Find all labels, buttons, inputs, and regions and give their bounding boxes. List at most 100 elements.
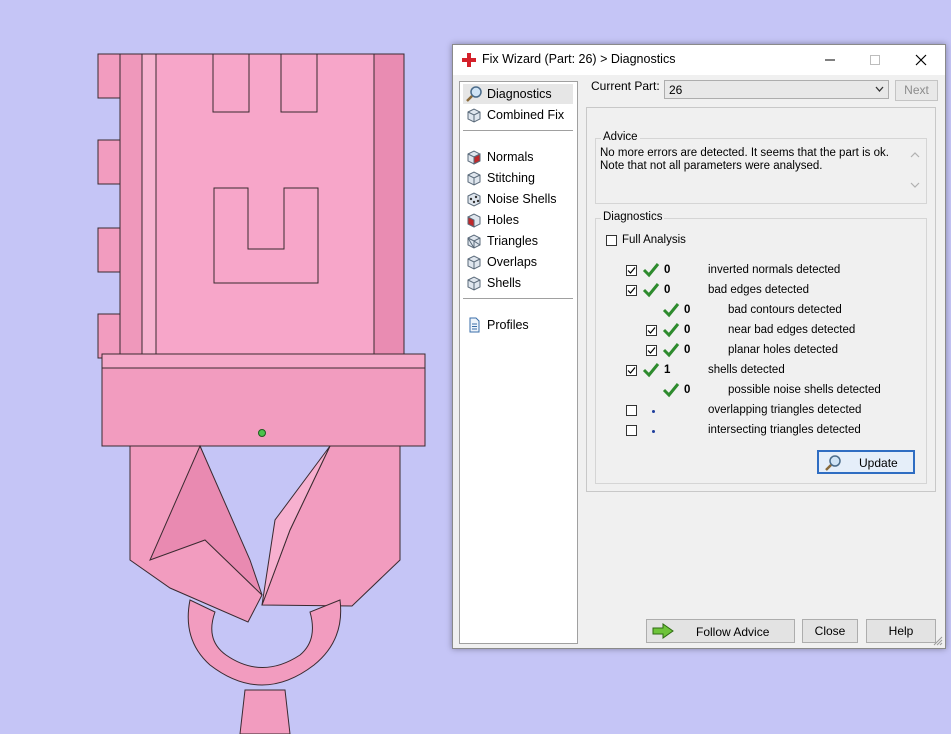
nav-label: Shells (487, 276, 522, 290)
nav-label: Profiles (487, 318, 529, 332)
advice-text: No more errors are detected. It seems th… (600, 147, 898, 173)
diagnostic-text: possible noise shells detected (728, 384, 881, 396)
nav-noise-shells[interactable]: Noise Shells (463, 189, 573, 209)
inverted-normals-checkbox[interactable] (626, 265, 637, 276)
window-title: Fix Wizard (Part: 26) > Diagnostics (482, 52, 676, 66)
triangles-cube-icon (467, 234, 481, 249)
nav-diagnostics[interactable]: Diagnostics (463, 84, 573, 104)
green-arrow-icon (652, 623, 674, 639)
current-part-label: Current Part: (591, 79, 660, 93)
magnifier-icon (825, 455, 841, 471)
nav-normals[interactable]: Normals (463, 147, 573, 167)
red-cross-icon (462, 53, 476, 67)
nav-stitching[interactable]: Stitching (463, 168, 573, 188)
diagnostic-text: overlapping triangles detected (708, 404, 862, 416)
diagnostic-count: 0 (684, 324, 691, 336)
diagnostics-group: Diagnostics Full Analysis 0 inverted nor… (595, 211, 927, 484)
diagnostic-text: near bad edges detected (728, 324, 856, 336)
full-analysis-checkbox[interactable] (606, 235, 617, 246)
diagnostic-row-noise-shells: 0 possible noise shells detected (646, 382, 916, 400)
shells-cube-icon (467, 276, 481, 291)
green-check-icon (662, 343, 680, 358)
chevron-down-icon (875, 86, 884, 92)
green-check-icon (662, 323, 680, 338)
nav-holes[interactable]: Holes (463, 210, 573, 230)
diagnostic-count: 0 (664, 284, 671, 296)
magnifier-icon (466, 86, 482, 102)
diagnostic-row-bad-edges: 0 bad edges detected (626, 282, 916, 300)
nav-overlaps[interactable]: Overlaps (463, 252, 573, 272)
close-icon (915, 54, 927, 66)
noise-shells-icon (467, 192, 481, 207)
nav-profiles[interactable]: Profiles (463, 315, 573, 335)
diagnostic-count: 0 (684, 304, 691, 316)
diagnostic-text: planar holes detected (728, 344, 838, 356)
follow-advice-label: Follow Advice (696, 625, 770, 639)
advice-line-2: Note that not all parameters were analys… (600, 160, 823, 172)
current-part-select[interactable]: 26 (664, 80, 889, 99)
nav-combined-fix[interactable]: Combined Fix (463, 105, 573, 125)
green-check-icon (642, 263, 660, 278)
nav-label: Holes (487, 213, 519, 227)
diagnostics-panel: Advice No more errors are detected. It s… (586, 107, 936, 492)
fix-wizard-dialog: Fix Wizard (Part: 26) > Diagnostics Diag… (452, 44, 946, 649)
close-button[interactable]: Close (802, 619, 858, 643)
nav-label: Noise Shells (487, 192, 557, 206)
update-button[interactable]: Update (817, 450, 915, 474)
green-check-icon (662, 383, 680, 398)
nav-divider (463, 130, 573, 131)
minimize-button[interactable] (808, 45, 852, 75)
diagnostic-text: bad contours detected (728, 304, 842, 316)
diagnostic-text: bad edges detected (708, 284, 810, 296)
nav-label: Normals (487, 150, 534, 164)
normals-cube-icon (467, 150, 481, 165)
title-bar[interactable]: Fix Wizard (Part: 26) > Diagnostics (453, 45, 945, 75)
advice-scrollbar[interactable] (908, 147, 922, 193)
full-analysis-row[interactable]: Full Analysis (606, 232, 726, 250)
minimize-icon (825, 59, 835, 61)
holes-cube-icon (467, 213, 481, 228)
overlaps-cube-icon (467, 255, 481, 270)
nav-triangles[interactable]: Triangles (463, 231, 573, 251)
update-label: Update (859, 456, 898, 470)
advice-line-1: No more errors are detected. It seems th… (600, 147, 889, 159)
pending-dot-icon (652, 410, 655, 413)
full-analysis-label: Full Analysis (622, 234, 686, 246)
near-bad-edges-checkbox[interactable] (646, 325, 657, 336)
pending-dot-icon (652, 430, 655, 433)
green-check-icon (642, 283, 660, 298)
green-check-icon (642, 363, 660, 378)
nav-label: Overlaps (487, 255, 538, 269)
follow-advice-button[interactable]: Follow Advice (646, 619, 795, 643)
diagnostic-row-overlapping-triangles: overlapping triangles detected (626, 402, 916, 420)
diagnostic-count: 0 (684, 344, 691, 356)
nav-label: Triangles (487, 234, 538, 248)
close-window-button[interactable] (899, 45, 943, 75)
overlapping-triangles-checkbox[interactable] (626, 405, 637, 416)
diagnostic-text: intersecting triangles detected (708, 424, 861, 436)
maximize-button[interactable] (853, 45, 897, 75)
shells-checkbox[interactable] (626, 365, 637, 376)
diagnostic-count: 0 (664, 264, 671, 276)
nav-divider (463, 298, 573, 299)
nav-label: Stitching (487, 171, 535, 185)
diagnostic-row-planar-holes: 0 planar holes detected (646, 342, 916, 360)
diagnostic-row-shells: 1 shells detected (626, 362, 916, 380)
planar-holes-checkbox[interactable] (646, 345, 657, 356)
bad-edges-checkbox[interactable] (626, 285, 637, 296)
fix-wizard-navigation: Diagnostics Combined Fix Normals Stitchi… (459, 81, 578, 644)
nav-label: Diagnostics (487, 87, 552, 101)
next-button[interactable]: Next (895, 80, 938, 101)
advice-group: Advice No more errors are detected. It s… (595, 131, 927, 204)
diagnostic-row-bad-contours: 0 bad contours detected (646, 302, 916, 320)
intersecting-triangles-checkbox[interactable] (626, 425, 637, 436)
resize-grip-icon[interactable] (933, 636, 943, 646)
advice-title: Advice (601, 131, 640, 143)
green-check-icon (662, 303, 680, 318)
diagnostic-row-inverted-normals: 0 inverted normals detected (626, 262, 916, 280)
maximize-icon (870, 55, 880, 65)
help-button[interactable]: Help (866, 619, 936, 643)
document-icon (469, 317, 480, 333)
diagnostic-row-near-bad-edges: 0 near bad edges detected (646, 322, 916, 340)
nav-shells[interactable]: Shells (463, 273, 573, 293)
